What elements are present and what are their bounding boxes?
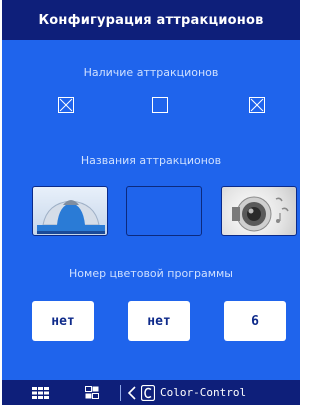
color-program-label: Номер цветовой программы [69, 267, 233, 280]
checkbox-cross-icon [250, 98, 264, 112]
grid-3x3-icon [32, 386, 49, 399]
color-program-button-1[interactable]: нет [32, 301, 94, 341]
attraction-tile-2[interactable] [126, 186, 202, 236]
title-bar: Конфигурация аттракционов [2, 0, 300, 40]
tile-view-button[interactable] [85, 380, 99, 405]
bottom-toolbar: Color-Control [2, 380, 300, 405]
checkbox-cross-icon [59, 98, 73, 112]
app-logo [141, 380, 155, 405]
carousel-icon [37, 200, 105, 234]
color-program-button-3[interactable]: 6 [224, 301, 286, 341]
presence-checkbox-2[interactable] [152, 97, 168, 113]
presence-checkbox-1[interactable] [58, 97, 74, 113]
toolbar-divider [120, 385, 121, 401]
grid-view-button[interactable] [32, 380, 49, 405]
presence-checkbox-3[interactable] [249, 97, 265, 113]
names-label: Названия аттракционов [80, 154, 222, 167]
config-screen: Конфигурация аттракционов Наличие аттрак… [2, 0, 300, 405]
back-arrow-icon [127, 385, 136, 400]
page-title: Конфигурация аттракционов [38, 12, 264, 28]
color-program-button-2[interactable]: нет [128, 301, 190, 341]
speaker-icon [232, 196, 289, 232]
app-name: Color-Control [160, 380, 246, 405]
back-button[interactable] [126, 380, 138, 405]
attraction-tile-1[interactable] [32, 186, 108, 236]
presence-label: Наличие аттракционов [83, 66, 219, 79]
c-logo-icon [141, 384, 155, 401]
attraction-tile-3[interactable] [221, 186, 297, 236]
grid-2x2-icon [85, 386, 99, 399]
app-name-label: Color-Control [160, 386, 247, 399]
